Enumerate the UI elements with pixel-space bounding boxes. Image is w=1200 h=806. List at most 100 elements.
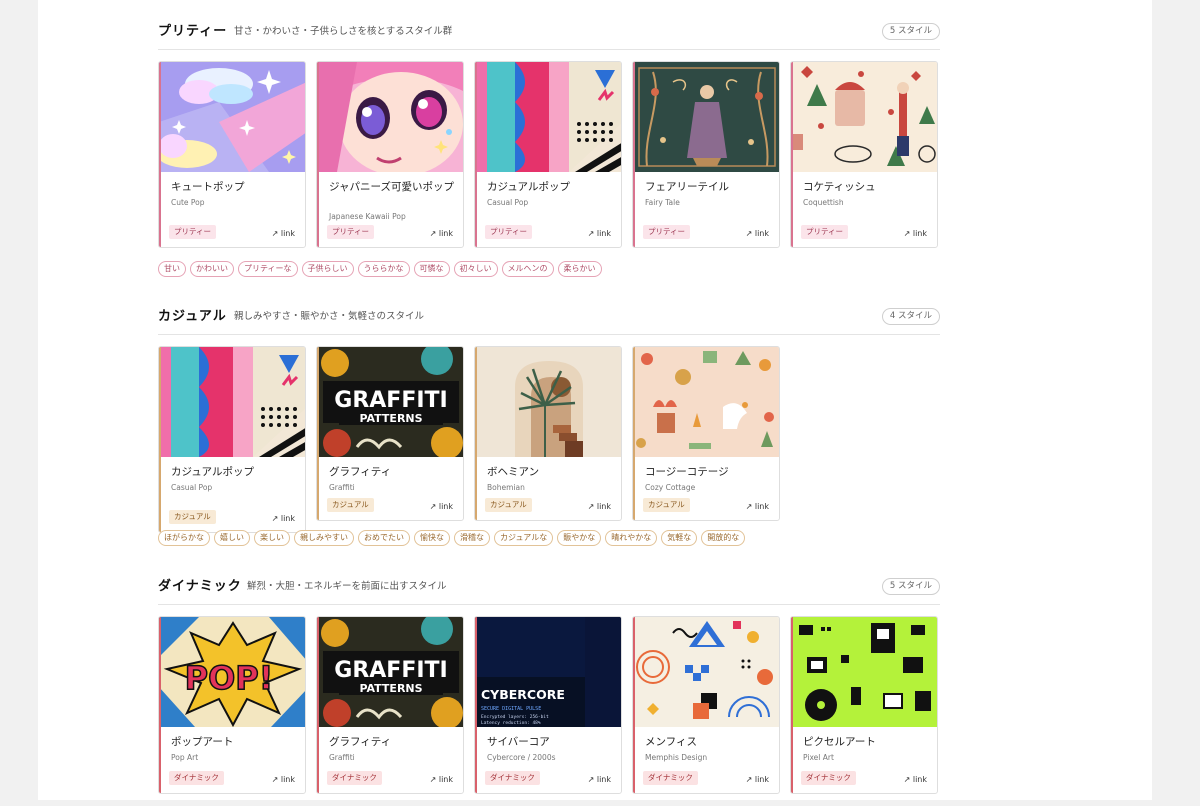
card-link[interactable]: ↗ link	[746, 229, 769, 238]
style-card-coquettish[interactable]: コケティッシュ Coquettish プリティー ↗ link	[790, 61, 938, 248]
card-title-jp: カジュアルポップ	[171, 466, 254, 478]
card-accent-bar	[633, 347, 635, 520]
card-title-en: Pop Art	[171, 753, 199, 762]
category-chip: カジュアル	[327, 498, 374, 512]
card-title-jp: ポップアート	[171, 736, 234, 748]
card-title-en: Bohemian	[487, 483, 525, 492]
card-link[interactable]: ↗ link	[430, 502, 453, 511]
section-style-count: 5 スタイル	[881, 23, 940, 40]
graffiti-patterns: GRAFFITI PATTERNS	[317, 617, 463, 727]
section-divider	[158, 604, 940, 605]
mood-tag-list: 甘い かわいい プリティーな 子供らしい うららかな 可憐な 初々しい メルヘン…	[158, 261, 606, 277]
mood-tag[interactable]: 可憐な	[413, 261, 450, 277]
card-title-jp: グラフィティ	[329, 466, 392, 478]
section-divider	[158, 334, 940, 335]
section-header: ダイナミック 鮮烈・大胆・エネルギーを前面に出すスタイル 5 スタイル	[158, 578, 940, 602]
style-card-casual-pop[interactable]: カジュアルポップ Casual Pop プリティー ↗ link	[474, 61, 622, 248]
mood-tag[interactable]: ほがらかな	[158, 530, 210, 546]
card-link[interactable]: ↗ link	[588, 775, 611, 784]
section-casual: カジュアル 親しみやすさ・賑やかさ・気軽さのスタイル 4 スタイル カジュアルポ…	[158, 308, 940, 546]
card-link[interactable]: ↗ link	[904, 775, 927, 784]
thumb-text: GRAFFITI	[334, 658, 447, 683]
mood-tag[interactable]: おめでたい	[358, 530, 410, 546]
card-title-en: Cybercore / 2000s	[487, 753, 556, 762]
mood-tag[interactable]: メルヘンの	[501, 261, 554, 277]
section-description: 甘さ・かわいさ・子供らしさを核とするスタイル群	[234, 26, 453, 37]
mood-tag[interactable]: 晴れやかな	[605, 530, 658, 546]
card-accent-bar	[475, 62, 477, 247]
card-link[interactable]: ↗ link	[588, 502, 611, 511]
section-style-count: 4 スタイル	[881, 308, 940, 325]
style-card-japanese-kawaii-pop[interactable]: ジャパニーズ可愛いポップ Japanese Kawaii Pop プリティー ↗…	[316, 61, 464, 248]
card-link[interactable]: ↗ link	[746, 502, 769, 511]
card-title-jp: ジャパニーズ可愛いポップ	[329, 181, 454, 193]
category-chip: プリティー	[801, 225, 849, 239]
style-card-fairy-tale[interactable]: フェアリーテイル Fairy Tale プリティー ↗ link	[632, 61, 780, 248]
card-title-en: Japanese Kawaii Pop	[329, 212, 406, 221]
style-card-graffiti[interactable]: GRAFFITI PATTERNS グラフィティ Graffiti カジュアル …	[316, 346, 464, 521]
mood-tag[interactable]: 嬉しい	[214, 530, 250, 546]
mood-tag[interactable]: 賑やかな	[557, 530, 602, 546]
card-link[interactable]: ↗ link	[272, 514, 295, 523]
style-card-casual-pop[interactable]: カジュアルポップ Casual Pop カジュアル ↗ link	[158, 346, 306, 533]
card-title-jp: サイバーコア	[487, 736, 550, 748]
casual-pop-pattern	[159, 347, 305, 457]
section-description: 鮮烈・大胆・エネルギーを前面に出すスタイル	[247, 581, 447, 592]
mood-tag[interactable]: 開放的な	[701, 530, 746, 546]
mood-tag[interactable]: 甘い	[158, 261, 186, 277]
card-link[interactable]: ↗ link	[272, 229, 295, 238]
mood-tag[interactable]: 子供らしい	[301, 261, 354, 277]
category-chip: プリティー	[169, 225, 217, 239]
section-title: カジュアル	[158, 309, 227, 324]
style-card-pop-art[interactable]: POP! ポップアート Pop Art ダイナミック ↗ link	[158, 616, 306, 794]
card-link[interactable]: ↗ link	[430, 229, 453, 238]
card-accent-bar	[475, 617, 477, 793]
thumb-text: PATTERNS	[359, 682, 422, 695]
mood-tag[interactable]: 楽しい	[254, 530, 290, 546]
mood-tag[interactable]: 滑稽な	[454, 530, 490, 546]
card-title-jp: コケティッシュ	[803, 181, 876, 193]
category-chip: プリティー	[485, 225, 533, 239]
mood-tag[interactable]: 愉快な	[414, 530, 450, 546]
mood-tag[interactable]: かわいい	[190, 261, 234, 277]
category-chip: ダイナミック	[327, 771, 382, 785]
card-title-jp: ボヘミアン	[487, 466, 540, 478]
style-card-bohemian[interactable]: ボヘミアン Bohemian カジュアル ↗ link	[474, 346, 622, 521]
cozy-cottage-pattern	[633, 347, 779, 457]
mood-tag[interactable]: うららかな	[357, 261, 410, 277]
card-link[interactable]: ↗ link	[904, 229, 927, 238]
section-pretty: プリティー 甘さ・かわいさ・子供らしさを核とするスタイル群 5 スタイル キュー…	[158, 23, 940, 277]
card-link[interactable]: ↗ link	[430, 775, 453, 784]
section-title: プリティー	[158, 24, 228, 39]
thumb-text: CYBERCORE	[481, 687, 565, 702]
card-accent-bar	[633, 617, 635, 793]
fairy-tale-tapestry	[633, 62, 779, 172]
card-title-jp: グラフィティ	[329, 736, 392, 748]
section-header: カジュアル 親しみやすさ・賑やかさ・気軽さのスタイル 4 スタイル	[158, 308, 940, 332]
thumb-text: PATTERNS	[359, 412, 422, 425]
coquettish-pattern	[791, 62, 937, 172]
card-link[interactable]: ↗ link	[272, 775, 295, 784]
style-card-graffiti[interactable]: GRAFFITI PATTERNS グラフィティ Graffiti ダイナミック…	[316, 616, 464, 794]
mood-tag[interactable]: 柔らかい	[557, 261, 602, 277]
card-title-jp: メンフィス	[645, 736, 697, 748]
card-accent-bar	[791, 62, 793, 247]
style-card-cozy-cottage[interactable]: コージーコテージ Cozy Cottage カジュアル ↗ link	[632, 346, 780, 521]
card-title-en: Graffiti	[329, 483, 355, 492]
style-card-cute-pop[interactable]: キュートポップ Cute Pop プリティー ↗ link	[158, 61, 306, 248]
card-title-jp: カジュアルポップ	[487, 181, 570, 193]
style-card-pixel-art[interactable]: ピクセルアート Pixel Art ダイナミック ↗ link	[790, 616, 938, 794]
mood-tag[interactable]: 気軽な	[661, 530, 698, 546]
card-link[interactable]: ↗ link	[588, 229, 611, 238]
mood-tag[interactable]: カジュアルな	[494, 530, 554, 546]
style-card-memphis[interactable]: メンフィス Memphis Design ダイナミック ↗ link	[632, 616, 780, 794]
style-card-cybercore[interactable]: CYBERCORE SECURE DIGITAL PULSE Encrypted…	[474, 616, 622, 794]
category-chip: カジュアル	[485, 498, 532, 512]
mood-tag[interactable]: プリティーな	[238, 261, 298, 277]
card-title-en: Cute Pop	[171, 198, 205, 207]
mood-tag[interactable]: 親しみやすい	[294, 530, 354, 546]
card-title-jp: コージーコテージ	[645, 466, 729, 478]
mood-tag[interactable]: 初々しい	[453, 261, 498, 277]
category-chip: プリティー	[327, 225, 375, 239]
card-link[interactable]: ↗ link	[746, 775, 769, 784]
